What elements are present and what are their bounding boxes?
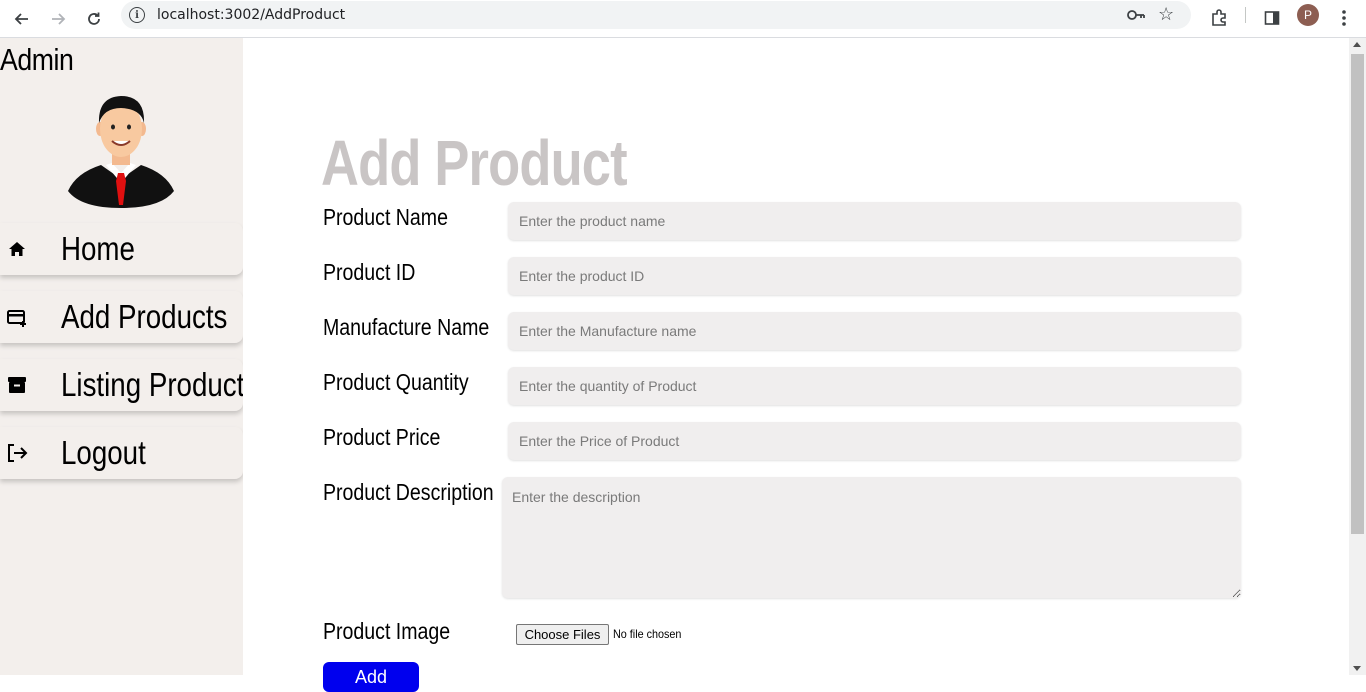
page-title: Add Product — [321, 127, 628, 199]
sidebar: Admin Home Add Products Listing Product — [0, 38, 245, 675]
sidebar-item-label: Listing Product — [61, 366, 245, 403]
reload-icon — [88, 12, 100, 25]
password-key-icon[interactable] — [1126, 6, 1146, 24]
browser-menu-icon[interactable] — [1331, 5, 1357, 31]
manufacture-name-input[interactable] — [508, 312, 1241, 350]
scrollbar-thumb[interactable] — [1351, 54, 1364, 534]
product-description-textarea[interactable] — [502, 477, 1241, 598]
admin-avatar — [68, 96, 174, 208]
sidebar-item-label: Add Products — [61, 298, 228, 335]
arrow-left-icon — [14, 13, 28, 25]
sidebar-title: Admin — [0, 42, 74, 77]
back-button[interactable] — [8, 5, 36, 33]
product-id-input[interactable] — [508, 257, 1241, 295]
product-name-input[interactable] — [508, 202, 1241, 240]
arrow-right-icon — [52, 13, 66, 25]
address-bar[interactable]: i localhost:3002/AddProduct ☆ — [121, 1, 1191, 29]
scroll-down-icon[interactable] — [1353, 666, 1361, 671]
file-status-text: No file chosen — [613, 627, 682, 641]
profile-avatar[interactable]: P — [1297, 4, 1319, 26]
url-text[interactable]: localhost:3002/AddProduct — [157, 7, 345, 23]
bookmark-star-icon[interactable]: ☆ — [1158, 4, 1174, 25]
product-quantity-input[interactable] — [508, 367, 1241, 405]
sidebar-item-listing-product[interactable]: Listing Product — [0, 359, 245, 411]
logout-icon — [8, 444, 28, 462]
product-description-label: Product Description — [323, 479, 494, 505]
archive-icon — [8, 377, 26, 393]
forward-button[interactable] — [44, 5, 72, 33]
sidebar-item-label: Logout — [61, 434, 146, 471]
main-content: Add Product Product Name Product ID Manu… — [243, 38, 1349, 692]
product-price-label: Product Price — [323, 424, 441, 450]
product-price-input[interactable] — [508, 422, 1241, 460]
manufacture-name-label: Manufacture Name — [323, 314, 490, 340]
reload-button[interactable] — [80, 5, 108, 33]
scroll-up-icon[interactable] — [1353, 42, 1361, 47]
choose-files-button[interactable]: Choose Files — [516, 624, 609, 645]
sidebar-item-label: Home — [61, 230, 135, 267]
product-id-label: Product ID — [323, 259, 416, 285]
toolbar-divider — [1245, 7, 1246, 23]
extensions-icon[interactable] — [1206, 5, 1232, 31]
home-icon — [9, 242, 25, 256]
add-card-icon — [7, 310, 26, 327]
page-scrollbar[interactable] — [1349, 38, 1366, 675]
sidebar-item-logout[interactable]: Logout — [0, 427, 243, 479]
product-image-label: Product Image — [323, 618, 451, 644]
sidebar-item-home[interactable]: Home — [0, 223, 243, 275]
product-name-label: Product Name — [323, 204, 448, 230]
browser-toolbar: i localhost:3002/AddProduct ☆ P — [0, 0, 1366, 38]
sidebar-item-add-products[interactable]: Add Products — [0, 291, 243, 343]
site-info-icon[interactable]: i — [129, 7, 145, 23]
add-product-submit-button[interactable]: Add — [323, 662, 419, 692]
product-quantity-label: Product Quantity — [323, 369, 469, 395]
side-panel-icon[interactable] — [1259, 5, 1285, 31]
